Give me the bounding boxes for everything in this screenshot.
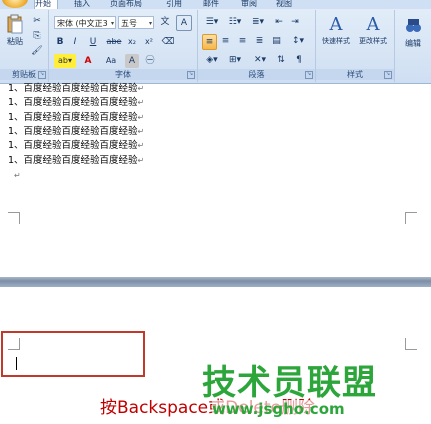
paragraph-mark-icon: ↵ <box>137 98 145 108</box>
document-line[interactable]: 1、百度经验百度经验百度经验↵ <box>8 111 144 124</box>
italic-button[interactable]: I <box>69 35 81 49</box>
document-page-1[interactable]: 1、百度经验百度经验百度经验↵ 1、百度经验百度经验百度经验↵ 1、百度经验百度经验… <box>0 82 431 277</box>
tab-mailings[interactable]: 邮件 <box>203 0 225 9</box>
change-styles-label: 更改样式 <box>359 37 387 45</box>
change-styles-icon: A <box>366 14 380 35</box>
bold-button[interactable]: B <box>54 35 66 49</box>
align-left-icon[interactable]: ≡ <box>202 34 217 50</box>
enclose-char-icon[interactable]: ㊀ <box>143 54 157 68</box>
editing-group: 编辑 <box>396 10 430 82</box>
show-marks-icon[interactable]: ¶ <box>292 53 306 67</box>
font-name-combo[interactable]: 宋体 (中文正3 ▾ <box>54 16 116 29</box>
change-styles-button[interactable]: A 更改样式 <box>354 14 392 46</box>
editing-button[interactable]: 编辑 <box>398 14 428 49</box>
line-text: 1、百度经验百度经验百度经验 <box>8 125 138 137</box>
multilevel-list-icon[interactable]: ≣▾ <box>248 15 268 29</box>
shading-icon[interactable]: ◈▾ <box>202 53 222 67</box>
quick-styles-label: 快速样式 <box>322 37 350 45</box>
line-spacing-icon[interactable]: ↕▾ <box>287 34 309 48</box>
paste-button[interactable]: 粘贴 <box>4 14 26 47</box>
strikethrough-button[interactable]: abe <box>105 35 123 49</box>
paragraph-mark-icon: ↵ <box>137 155 145 165</box>
change-case-button[interactable]: Aa <box>101 54 121 68</box>
find-binoculars-icon <box>406 19 421 32</box>
copy-icon[interactable]: ⎘ <box>31 29 43 43</box>
superscript-button[interactable]: x² <box>142 35 156 49</box>
justify-icon[interactable]: ≣ <box>253 34 266 48</box>
styles-label: 样式 <box>316 69 394 80</box>
quick-styles-button[interactable]: A 快速样式 <box>318 14 354 46</box>
paragraph-mark-icon: ↵ <box>137 141 145 151</box>
document-line[interactable]: 1、百度经验百度经验百度经验↵ <box>8 154 144 167</box>
watermark-url: www.jsgho.com <box>212 400 345 418</box>
tab-page-layout[interactable]: 页面布局 <box>110 0 148 9</box>
decrease-indent-icon[interactable]: ⇤ <box>272 15 286 29</box>
chinese-layout-icon[interactable]: ✕▾ <box>250 53 270 67</box>
chevron-down-icon: ▾ <box>110 20 114 27</box>
document-line[interactable]: 1、百度经验百度经验百度经验↵ <box>8 82 144 95</box>
align-center-icon[interactable]: ≡ <box>219 34 232 48</box>
underline-button[interactable]: U <box>85 35 101 49</box>
clipboard-group: 粘贴 ✂ ⎘ 🖌 剪贴板 ↘ <box>0 10 49 82</box>
borders-icon[interactable]: ⊞▾ <box>225 53 245 67</box>
paste-icon <box>7 14 23 34</box>
page-margin-corner <box>405 338 417 350</box>
page-separator <box>0 277 431 287</box>
paragraph-group: ☰▾ ☷▾ ≣▾ ⇤ ⇥ ≡ ≡ ≡ ≣ ▤ ↕▾ ◈▾ ⊞▾ ✕▾ ⇅ ¶ 段… <box>198 10 316 82</box>
numbering-icon[interactable]: ☷▾ <box>225 15 245 29</box>
document-line[interactable]: 1、百度经验百度经验百度经验↵ <box>8 96 144 109</box>
tab-insert[interactable]: 插入 <box>74 0 96 9</box>
page-margin-corner <box>405 212 417 224</box>
font-launcher-icon[interactable]: ↘ <box>187 71 195 79</box>
clear-format-button[interactable]: ⌫ <box>161 35 175 49</box>
document-line[interactable]: 1、百度经验百度经验百度经验↵ <box>8 139 144 152</box>
paragraph-label: 段落 <box>198 69 315 80</box>
tab-view[interactable]: 视图 <box>276 0 298 9</box>
document-page-2[interactable]: 技术员联盟 按Backspace或Delete删除 www.jsgho.com <box>0 287 431 424</box>
chevron-down-icon: ▾ <box>148 20 152 27</box>
highlight-button[interactable]: ab▾ <box>54 54 76 68</box>
distribute-icon[interactable]: ▤ <box>270 34 283 48</box>
quick-styles-icon: A <box>329 14 343 35</box>
paragraph-launcher-icon[interactable]: ↘ <box>305 71 313 79</box>
ribbon: 开始 插入 页面布局 引用 邮件 审阅 视图 粘贴 ✂ ⎘ 🖌 剪贴板 ↘ 宋体… <box>0 0 431 84</box>
clipboard-launcher-icon[interactable]: ↘ <box>38 71 46 79</box>
increase-indent-icon[interactable]: ⇥ <box>288 15 302 29</box>
tab-home[interactable]: 开始 <box>34 0 58 9</box>
styles-launcher-icon[interactable]: ↘ <box>384 71 392 79</box>
document-line[interactable]: 1、百度经验百度经验百度经验↵ <box>8 125 144 138</box>
font-color-button[interactable]: A <box>79 54 97 68</box>
empty-paragraph-mark-icon: ↵ <box>14 170 21 180</box>
tab-review[interactable]: 审阅 <box>241 0 263 9</box>
sort-icon[interactable]: ⇅ <box>274 53 288 67</box>
paragraph-mark-icon: ↵ <box>137 126 145 136</box>
paragraph-mark-icon: ↵ <box>137 84 145 93</box>
paragraph-mark-icon: ↵ <box>137 112 145 122</box>
tab-references[interactable]: 引用 <box>166 0 188 9</box>
styles-group: A 快速样式 A 更改样式 样式 ↘ <box>316 10 395 82</box>
font-size-combo[interactable]: 五号 ▾ <box>118 16 154 29</box>
font-label: 字体 <box>49 69 197 80</box>
line-text: 1、百度经验百度经验百度经验 <box>8 140 138 152</box>
page-margin-corner <box>8 212 20 224</box>
char-shading-button[interactable]: A <box>125 54 139 68</box>
editing-label: 编辑 <box>405 39 421 48</box>
cut-icon[interactable]: ✂ <box>31 14 43 28</box>
highlight-box <box>1 331 145 377</box>
char-border-button[interactable]: A <box>176 15 192 31</box>
font-group: 宋体 (中文正3 ▾ 五号 ▾ 文 A B I U abe x₂ x² ⌫ ab▾ … <box>49 10 198 82</box>
line-text: 1、百度经验百度经验百度经验 <box>8 154 138 166</box>
phonetic-guide-button[interactable]: 文 <box>157 15 173 29</box>
subscript-button[interactable]: x₂ <box>125 35 139 49</box>
ribbon-tabs: 开始 插入 页面布局 引用 邮件 审阅 视图 <box>0 0 431 9</box>
align-right-icon[interactable]: ≡ <box>236 34 249 48</box>
line-text: 1、百度经验百度经验百度经验 <box>8 97 138 109</box>
line-text: 1、百度经验百度经验百度经验 <box>8 111 138 123</box>
paste-label: 粘贴 <box>7 37 23 46</box>
format-painter-icon[interactable]: 🖌 <box>31 44 43 58</box>
line-text: 1、百度经验百度经验百度经验 <box>8 83 138 94</box>
bullets-icon[interactable]: ☰▾ <box>202 15 222 29</box>
